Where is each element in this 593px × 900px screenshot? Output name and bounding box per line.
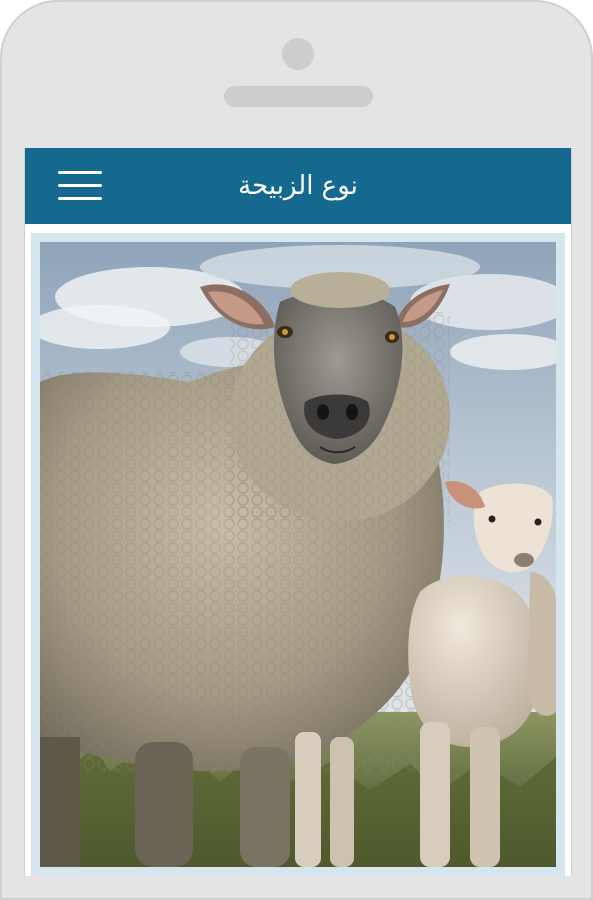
hamburger-menu-icon[interactable] bbox=[53, 166, 103, 206]
camera-icon bbox=[282, 38, 314, 70]
app-screen: نوع الزبيحة bbox=[24, 148, 572, 876]
speaker-grille bbox=[224, 86, 373, 107]
menu-line bbox=[58, 197, 102, 200]
image-card[interactable] bbox=[31, 233, 565, 876]
sheep-and-lamb-photo bbox=[40, 242, 556, 867]
menu-line bbox=[58, 171, 102, 174]
page-title: نوع الزبيحة bbox=[238, 171, 358, 201]
menu-line bbox=[58, 184, 102, 187]
app-bar: نوع الزبيحة bbox=[25, 148, 571, 224]
phone-frame: نوع الزبيحة bbox=[0, 0, 593, 900]
